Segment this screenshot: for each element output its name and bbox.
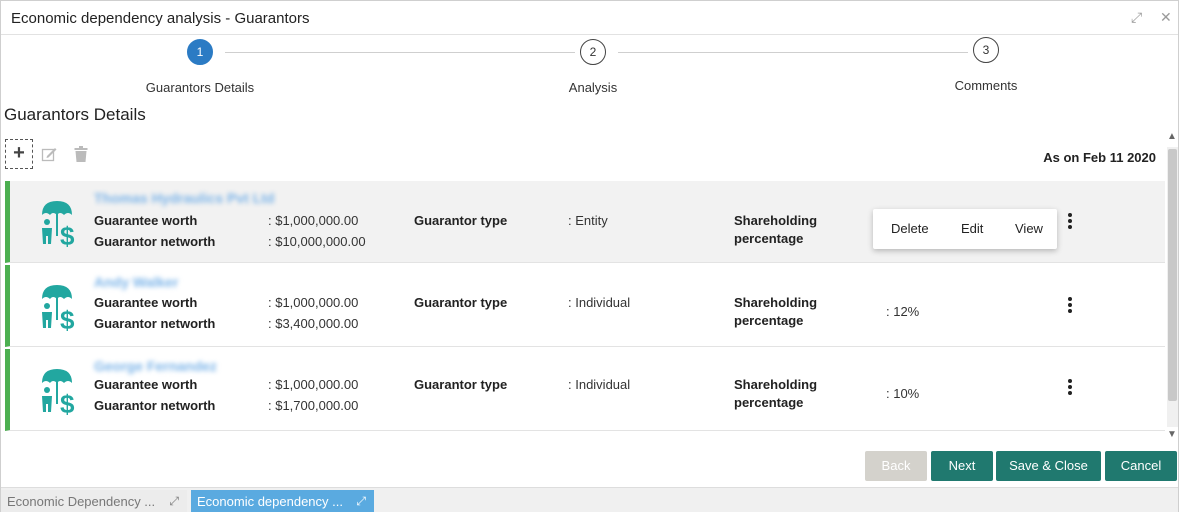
cancel-button[interactable]: Cancel — [1105, 451, 1177, 481]
guarantor-name: Andy Walker — [94, 274, 179, 290]
plus-icon: + — [13, 142, 25, 164]
step-2-label: Analysis — [568, 80, 618, 95]
close-icon[interactable]: ✕ — [1160, 9, 1172, 26]
guarantor-umbrella-icon: $ — [42, 201, 75, 248]
progress-stepper: 1 2 3 Guarantors Details Analysis Commen… — [1, 37, 1178, 97]
guarantor-umbrella-icon: $ — [42, 285, 75, 332]
dialog-window: Economic dependency analysis - Guarantor… — [0, 0, 1179, 512]
back-button[interactable]: Back — [865, 451, 927, 481]
save-close-button[interactable]: Save & Close — [996, 451, 1101, 481]
shareholding-label-line2: percentage — [734, 313, 804, 328]
step-3-circle[interactable]: 3 — [973, 37, 999, 63]
guarantor-name: George Fernandez — [94, 358, 217, 374]
shareholding-value: : 12% — [886, 304, 920, 319]
add-button[interactable]: + — [5, 139, 33, 169]
guarantor-type-label: Guarantor type — [414, 295, 508, 310]
delete-button[interactable] — [67, 139, 95, 169]
edit-icon — [41, 148, 57, 162]
guarantor-type-value: : Entity — [568, 213, 608, 228]
guarantee-worth-label: Guarantee worth — [94, 213, 198, 228]
context-delete[interactable]: Delete — [891, 221, 929, 236]
guarantor-networth-label: Guarantor networth — [94, 234, 216, 249]
guarantee-worth-value: : $1,000,000.00 — [268, 295, 359, 310]
step-1-label: Guarantors Details — [145, 80, 255, 95]
svg-text:$: $ — [60, 305, 75, 332]
guarantor-networth-label: Guarantor networth — [94, 398, 216, 413]
guarantor-networth-value: : $1,700,000.00 — [268, 398, 359, 413]
section-title: Guarantors Details — [4, 105, 146, 124]
guarantor-name: Thomas Hydraulics Pvt Ltd — [94, 190, 275, 206]
expand-icon[interactable]: ⤢ — [169, 490, 179, 512]
guarantor-umbrella-icon: $ — [42, 369, 75, 416]
scrollbar-thumb[interactable] — [1168, 149, 1177, 401]
row-context-menu: Delete Edit View — [873, 209, 1057, 249]
step-2-circle[interactable]: 2 — [580, 39, 606, 65]
task-tab-economic-dependency[interactable]: Economic Dependency ... ⤢ — [1, 490, 187, 512]
step-connector — [618, 52, 968, 53]
shareholding-label-line1: Shareholding — [734, 213, 818, 228]
shareholding-label-line1: Shareholding — [734, 295, 818, 310]
guarantor-type-value: : Individual — [568, 377, 631, 392]
guarantor-card[interactable]: $ Andy Walker Guarantee worth : $1,000,0… — [5, 265, 1165, 347]
step-3-label: Comments — [954, 78, 1018, 93]
expand-icon[interactable]: ⤢ — [356, 490, 366, 512]
step-1-circle[interactable]: 1 — [187, 39, 213, 65]
task-tab-label: Economic Dependency ... — [7, 494, 156, 509]
shareholding-label-line2: percentage — [734, 231, 804, 246]
step-connector — [225, 52, 575, 53]
context-edit[interactable]: Edit — [961, 221, 983, 236]
shareholding-label-line2: percentage — [734, 395, 804, 410]
task-tab-label: Economic dependency ... — [197, 494, 343, 509]
more-options-icon[interactable] — [1065, 297, 1075, 317]
shareholding-value: : 10% — [886, 386, 920, 401]
guarantee-worth-label: Guarantee worth — [94, 295, 198, 310]
shareholding-label-line1: Shareholding — [734, 377, 818, 392]
scroll-down-arrow-icon[interactable]: ▼ — [1167, 429, 1177, 440]
title-bar: Economic dependency analysis - Guarantor… — [1, 1, 1178, 35]
task-bar: Economic Dependency ... ⤢ Economic depen… — [1, 487, 1178, 512]
svg-text:$: $ — [60, 221, 75, 248]
as-on-date: As on Feb 11 2020 — [1043, 150, 1156, 165]
guarantee-worth-value: : $1,000,000.00 — [268, 213, 359, 228]
next-button[interactable]: Next — [931, 451, 993, 481]
trash-icon — [74, 146, 88, 162]
guarantee-worth-value: : $1,000,000.00 — [268, 377, 359, 392]
svg-text:$: $ — [60, 389, 75, 416]
more-options-icon[interactable] — [1065, 379, 1075, 399]
window-title: Economic dependency analysis - Guarantor… — [11, 10, 310, 27]
task-tab-economic-dependency-active[interactable]: Economic dependency ... ⤢ — [191, 490, 374, 512]
guarantor-type-label: Guarantor type — [414, 213, 508, 228]
guarantee-worth-label: Guarantee worth — [94, 377, 198, 392]
guarantor-type-value: : Individual — [568, 295, 631, 310]
guarantor-networth-value: : $3,400,000.00 — [268, 316, 359, 331]
more-options-icon[interactable] — [1065, 213, 1075, 233]
edit-button[interactable] — [35, 139, 63, 169]
scroll-up-arrow-icon[interactable]: ▲ — [1167, 131, 1177, 142]
guarantor-type-label: Guarantor type — [414, 377, 508, 392]
context-view[interactable]: View — [1015, 221, 1043, 236]
expand-icon[interactable]: ⤢ — [1131, 9, 1142, 26]
guarantor-networth-value: : $10,000,000.00 — [268, 234, 366, 249]
guarantor-networth-label: Guarantor networth — [94, 316, 216, 331]
guarantor-card[interactable]: $ George Fernandez Guarantee worth : $1,… — [5, 349, 1165, 431]
